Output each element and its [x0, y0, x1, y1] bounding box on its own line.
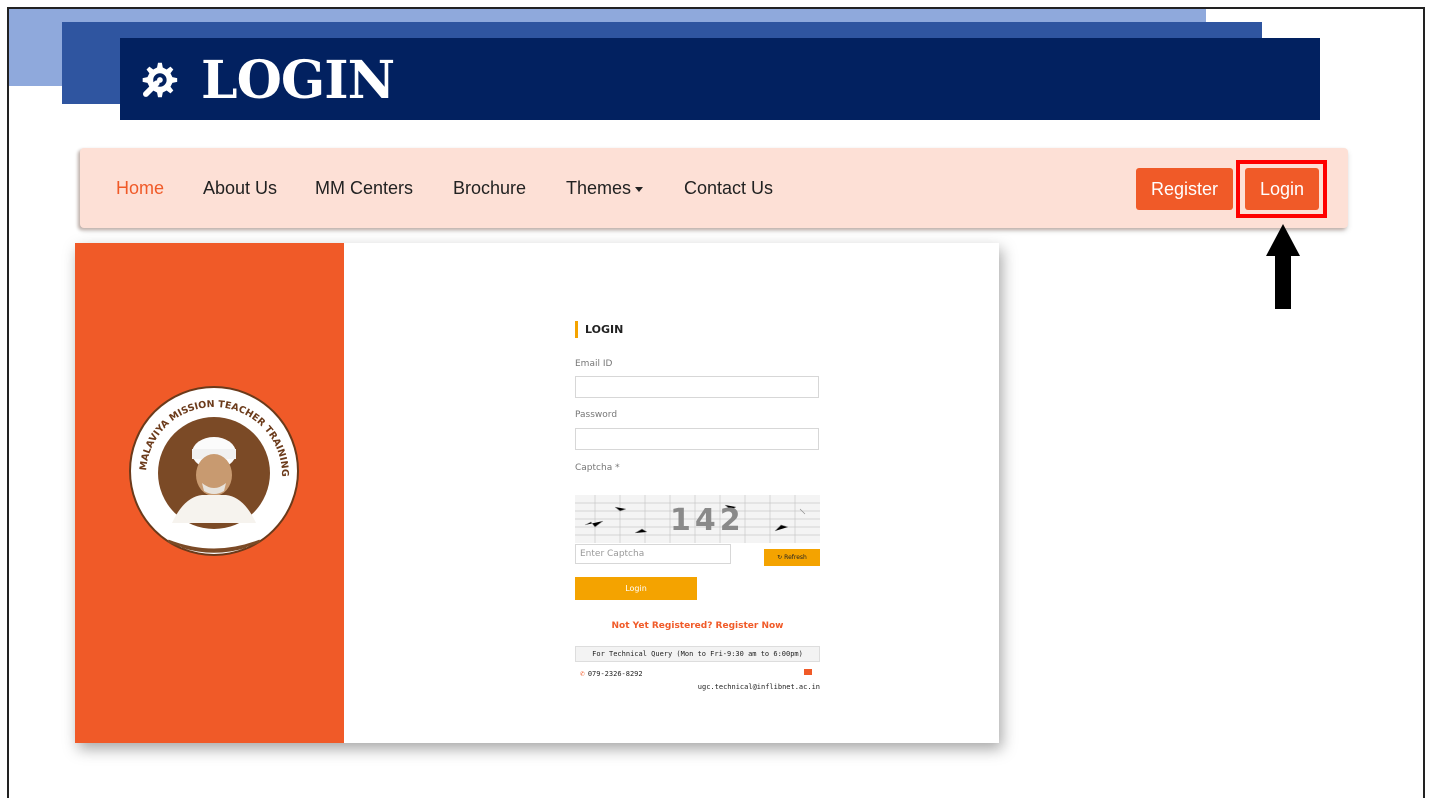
nav-home[interactable]: Home — [116, 178, 164, 199]
refresh-label: Refresh — [784, 554, 807, 561]
arrow-up-icon — [1266, 224, 1300, 256]
support-email[interactable]: ugc.technical@inflibnet.ac.in — [635, 683, 820, 691]
register-now-link[interactable]: Not Yet Registered? Register Now — [575, 621, 820, 631]
refresh-icon: ↻ — [777, 554, 783, 561]
nav-brochure[interactable]: Brochure — [453, 178, 526, 199]
register-button[interactable]: Register — [1136, 168, 1233, 210]
login-highlight-box — [1236, 160, 1327, 218]
nav-about-us[interactable]: About Us — [203, 178, 277, 199]
technical-query-box: For Technical Query (Mon to Fri-9:30 am … — [575, 646, 820, 662]
mail-icon — [804, 669, 812, 675]
nav-contact-us[interactable]: Contact Us — [684, 178, 773, 199]
banner-title: LOGIN — [201, 49, 395, 111]
phone-number: 079-2326-8292 — [587, 670, 643, 678]
captcha-image: 142 — [575, 495, 820, 543]
login-form: LOGIN Email ID Password Captcha * 142 En… — [75, 243, 999, 743]
captcha-input[interactable]: Enter Captcha — [575, 544, 731, 564]
password-label: Password — [575, 410, 618, 420]
captcha-label: Captcha * — [575, 463, 620, 473]
arrow-shaft — [1275, 254, 1291, 309]
phone-icon: ✆ — [580, 669, 585, 678]
phone-contact: ✆ 079-2326-8292 — [580, 669, 643, 678]
nav-themes-label: Themes — [566, 178, 632, 198]
email-label: Email ID — [575, 359, 613, 369]
captcha-text: 142 — [670, 503, 745, 538]
nav-themes-dropdown[interactable]: Themes — [566, 178, 644, 199]
nav-mm-centers[interactable]: MM Centers — [315, 178, 413, 199]
gear-wrench-icon — [142, 62, 178, 98]
email-field[interactable] — [575, 376, 819, 398]
password-field[interactable] — [575, 428, 819, 450]
page-title: LOGIN — [135, 49, 395, 111]
caret-down-icon — [635, 186, 644, 192]
form-heading: LOGIN — [575, 321, 623, 338]
form-login-button[interactable]: Login — [575, 577, 697, 600]
refresh-captcha-button[interactable]: ↻ Refresh — [764, 549, 820, 566]
